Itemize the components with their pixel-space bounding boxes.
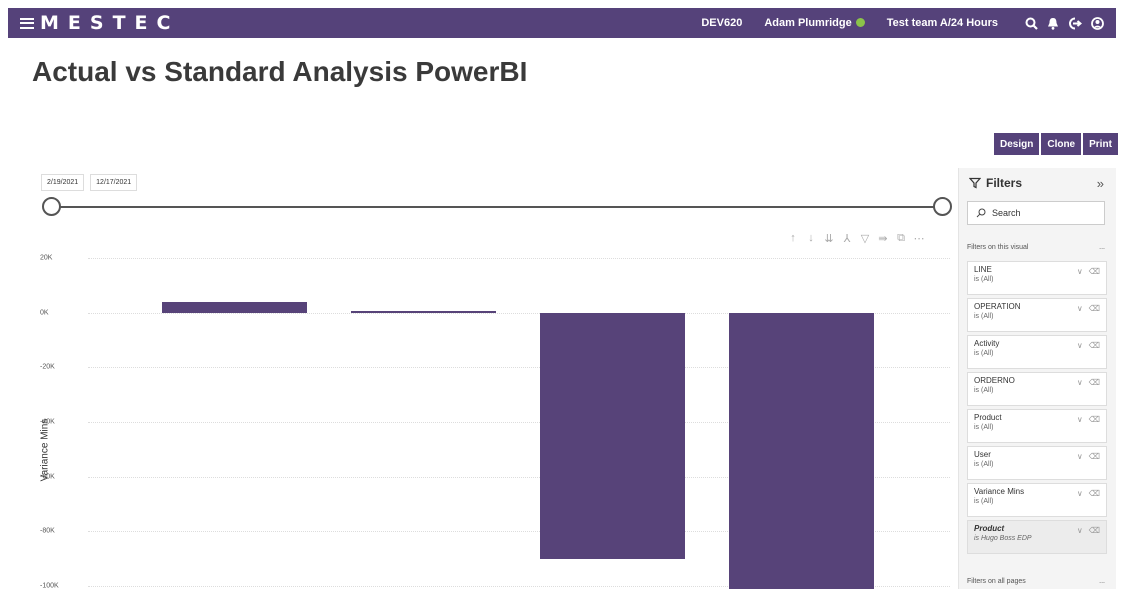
chevron-down-icon[interactable]: ∨ xyxy=(1077,304,1083,313)
bell-icon[interactable] xyxy=(1042,17,1064,30)
chevron-down-icon[interactable]: ∨ xyxy=(1077,489,1083,498)
top-navbar: MESTEC DEV620 Adam Plumridge Test team A… xyxy=(8,8,1116,38)
chart-bar[interactable] xyxy=(162,301,307,313)
drill-down-icon[interactable]: ⇊ xyxy=(821,232,837,245)
filter-value: is (All) xyxy=(974,498,994,505)
eraser-icon[interactable]: ⌫ xyxy=(1089,341,1100,350)
search-icon xyxy=(976,208,986,218)
chevron-down-icon[interactable]: ∨ xyxy=(1077,267,1083,276)
filter-value: is (All) xyxy=(974,461,994,468)
filter-card[interactable]: OPERATION is (All) ∨ ⌫ xyxy=(967,298,1107,332)
section-label: Filters on all pages xyxy=(967,578,1026,585)
user-menu[interactable]: Adam Plumridge xyxy=(764,17,865,29)
focus-mode-icon[interactable]: ⧉ xyxy=(893,232,909,245)
print-button[interactable]: Print xyxy=(1083,133,1118,155)
filter-card[interactable]: Product is (All) ∨ ⌫ xyxy=(967,409,1107,443)
y-tick-label: -100K xyxy=(40,582,59,589)
eraser-icon[interactable]: ⌫ xyxy=(1089,267,1100,276)
chevron-down-icon[interactable]: ∨ xyxy=(1077,415,1083,424)
filter-funnel-icon xyxy=(969,177,981,189)
date-slider-end-handle[interactable] xyxy=(933,197,952,216)
y-tick-label: -20K xyxy=(40,363,55,371)
y-axis-label: Variance Mins xyxy=(39,418,51,482)
section-label: Filters on this visual xyxy=(967,244,1029,251)
clone-button[interactable]: Clone xyxy=(1041,133,1082,155)
filters-title: Filters xyxy=(986,176,1023,190)
more-options-icon[interactable]: ... xyxy=(1099,244,1105,251)
date-slider-track[interactable] xyxy=(52,206,942,208)
y-tick-label: 0K xyxy=(40,309,49,317)
chevron-down-icon[interactable]: ∨ xyxy=(1077,341,1083,350)
more-options-icon[interactable]: ... xyxy=(1099,578,1105,585)
start-date-input[interactable]: 2/19/2021 xyxy=(41,174,85,191)
filter-value: is (All) xyxy=(974,313,994,320)
chevron-down-icon[interactable]: ∨ xyxy=(1077,452,1083,461)
search-placeholder: Search xyxy=(992,208,1021,218)
date-range-inputs: 2/19/2021 12/17/2021 xyxy=(41,174,143,191)
design-button[interactable]: Design xyxy=(994,133,1040,155)
user-circle-icon[interactable] xyxy=(1086,16,1108,30)
y-tick-label: -40K xyxy=(40,418,55,426)
chart-bar[interactable] xyxy=(729,312,874,589)
sort-up-icon[interactable]: ↑ xyxy=(785,232,801,245)
eraser-icon[interactable]: ⌫ xyxy=(1089,526,1100,535)
search-icon[interactable] xyxy=(1020,17,1042,30)
filter-value: is (All) xyxy=(974,387,994,394)
user-name: Adam Plumridge xyxy=(764,17,852,29)
eraser-icon[interactable]: ⌫ xyxy=(1089,378,1100,387)
page-title: Actual vs Standard Analysis PowerBI xyxy=(32,56,528,87)
pin-icon[interactable]: ⇛ xyxy=(875,232,891,245)
filter-card[interactable]: ORDERNO is (All) ∨ ⌫ xyxy=(967,372,1107,406)
visual-header-toolbar: ↑ ↓ ⇊ ⅄ ▽ ⇛ ⧉ ⋯ xyxy=(785,232,929,245)
y-tick-label: -80K xyxy=(40,527,55,535)
expand-hierarchy-icon[interactable]: ⅄ xyxy=(839,232,855,245)
menu-icon[interactable] xyxy=(20,17,34,29)
brand[interactable]: MESTEC xyxy=(20,12,179,34)
chevron-down-icon[interactable]: ∨ xyxy=(1077,378,1083,387)
chart-bar[interactable] xyxy=(351,311,496,314)
sort-down-icon[interactable]: ↓ xyxy=(803,232,819,245)
environment-label: DEV620 xyxy=(701,17,743,29)
filter-value: is Hugo Boss EDP xyxy=(974,535,1032,542)
more-options-icon[interactable]: ⋯ xyxy=(911,232,927,245)
filter-value: is (All) xyxy=(974,350,994,357)
status-icon xyxy=(855,18,865,27)
filter-card[interactable]: Activity is (All) ∨ ⌫ xyxy=(967,335,1107,369)
end-date-input[interactable]: 12/17/2021 xyxy=(90,174,138,191)
chevron-down-icon[interactable]: ∨ xyxy=(1077,526,1083,535)
y-tick-label: 20K xyxy=(40,254,53,262)
gridline xyxy=(88,258,950,259)
section-filters-on-pages: Filters on all pages ... xyxy=(967,578,1105,585)
chart-bar[interactable] xyxy=(540,312,685,559)
filter-card[interactable]: Product is Hugo Boss EDP ∨ ⌫ xyxy=(967,520,1107,554)
eraser-icon[interactable]: ⌫ xyxy=(1089,304,1100,313)
app-logo[interactable]: MESTEC xyxy=(40,12,179,34)
eraser-icon[interactable]: ⌫ xyxy=(1089,452,1100,461)
report-actions: Design Clone Print xyxy=(994,133,1120,155)
filter-value: is (All) xyxy=(974,276,994,283)
filter-card[interactable]: Variance Mins is (All) ∨ ⌫ xyxy=(967,483,1107,517)
date-slider-start-handle[interactable] xyxy=(42,197,61,216)
filter-card[interactable]: User is (All) ∨ ⌫ xyxy=(967,446,1107,480)
filter-value: is (All) xyxy=(974,424,994,431)
filter-icon[interactable]: ▽ xyxy=(857,232,873,245)
filters-header: Filters xyxy=(969,176,1022,190)
team-selector[interactable]: Test team A/24 Hours xyxy=(887,17,998,29)
filters-search-input[interactable]: Search xyxy=(967,201,1105,225)
eraser-icon[interactable]: ⌫ xyxy=(1089,415,1100,424)
eraser-icon[interactable]: ⌫ xyxy=(1089,489,1100,498)
section-filters-on-visual: Filters on this visual ... xyxy=(967,244,1105,251)
collapse-pane-icon[interactable]: » xyxy=(1097,176,1104,191)
filter-card[interactable]: LINE is (All) ∨ ⌫ xyxy=(967,261,1107,295)
logout-icon[interactable] xyxy=(1064,17,1086,30)
filters-pane: Filters » Search Filters on this visual … xyxy=(958,168,1116,589)
y-tick-label: -60K xyxy=(40,473,55,481)
